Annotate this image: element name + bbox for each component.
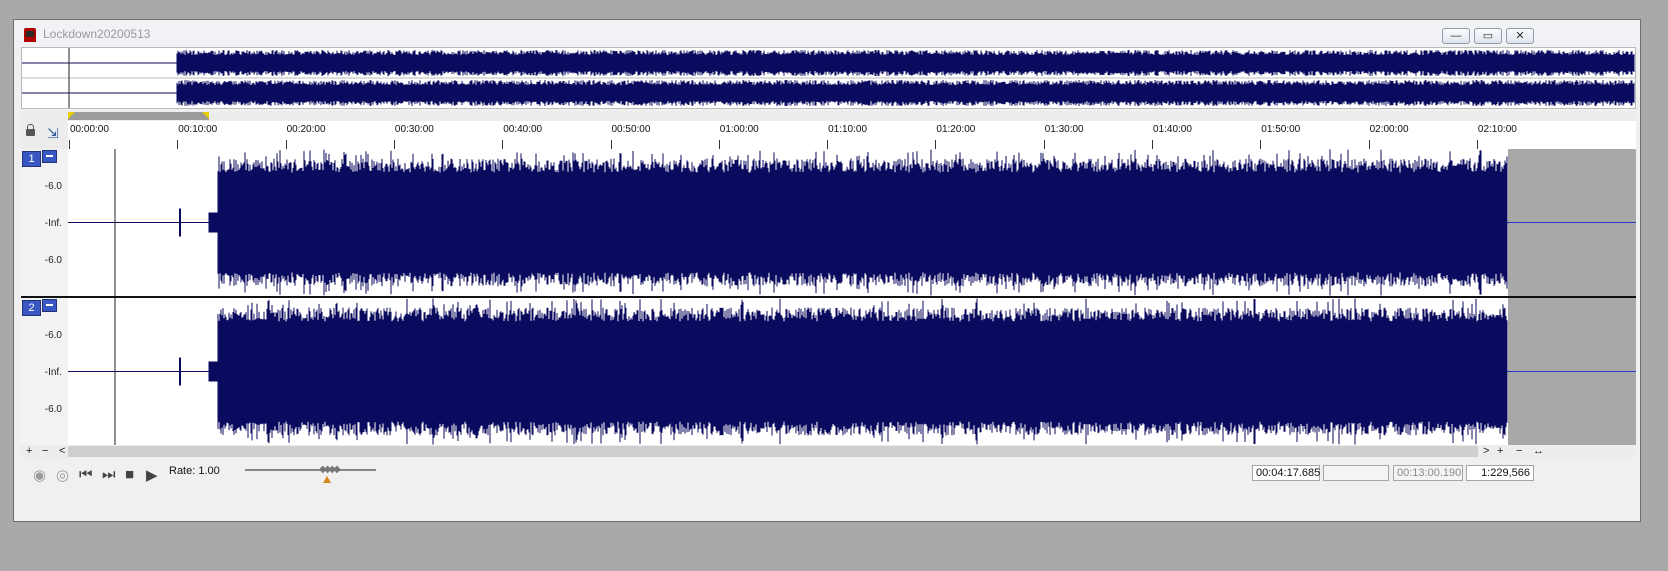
close-button[interactable]: ✕ — [1506, 28, 1534, 44]
track-header-2: 2 -6.0 -Inf. -6.0 — [21, 298, 68, 445]
total-length-field[interactable]: 00:13:00.190 — [1393, 465, 1463, 481]
ruler-tick — [69, 140, 70, 149]
ruler-tick — [1152, 140, 1153, 149]
window-title: Lockdown20200513 — [43, 27, 151, 41]
waveform-graphic-2 — [68, 298, 1636, 445]
lock-icon[interactable] — [26, 124, 35, 136]
play-icon[interactable]: ▶ — [146, 466, 158, 484]
track-waveform-2[interactable] — [68, 298, 1636, 445]
overview-waveform-graphic — [22, 48, 1635, 108]
rate-marker-icon — [323, 476, 331, 483]
ruler-tick-label: 01:30:00 — [1044, 124, 1084, 135]
selection-range-bar[interactable] — [68, 112, 209, 120]
ruler-tick — [1476, 140, 1478, 149]
db-label: -Inf. — [44, 367, 62, 378]
zoom-fit-button[interactable]: ↔ — [1533, 445, 1544, 458]
restore-button[interactable]: ▭ — [1474, 28, 1502, 44]
stop-icon[interactable]: ■ — [125, 466, 134, 483]
track-number-1[interactable]: 1 — [22, 151, 41, 167]
ruler-tick-label: 00:50:00 — [611, 124, 651, 135]
skip-end-icon[interactable]: ⏭ — [102, 466, 116, 483]
db-label: -6.0 — [44, 255, 62, 266]
track-waveform-1[interactable] — [68, 149, 1636, 296]
ruler-tick — [1368, 140, 1370, 149]
ruler-tick — [393, 140, 395, 149]
ruler-tick — [610, 140, 612, 149]
scroll-right-button[interactable]: > — [1483, 445, 1489, 458]
ruler-tick-label: 02:00:00 — [1369, 124, 1409, 135]
selection-start-marker[interactable] — [68, 112, 75, 119]
ruler-tick-label: 00:00:00 — [70, 124, 109, 135]
track-header-1: 1 -6.0 -Inf. -6.0 — [21, 149, 68, 297]
ruler-tick — [935, 140, 937, 149]
ruler-tick-label: 00:30:00 — [394, 124, 434, 135]
rate-slider[interactable] — [245, 469, 376, 471]
ruler-tick-label: 00:20:00 — [286, 124, 326, 135]
remove-track-button[interactable]: − — [42, 445, 48, 458]
snap-icon[interactable]: ⇲ — [47, 125, 59, 142]
ruler-tick-label: 01:10:00 — [828, 124, 868, 135]
rate-slider-knob[interactable]: ◆◆◆◆ — [319, 464, 341, 475]
db-label: -6.0 — [44, 330, 62, 341]
ruler-tick-label: 01:20:00 — [936, 124, 976, 135]
ruler-tick — [502, 140, 504, 149]
loop-icon[interactable]: ◎ — [56, 466, 69, 484]
selection-end-marker[interactable] — [202, 112, 209, 119]
ruler-tick — [285, 140, 287, 149]
record-icon[interactable]: ◉ — [33, 466, 46, 484]
time-ruler[interactable]: 00:00:00 00:10:00 00:20:00 00:30:00 00:40:00… — [68, 121, 1636, 150]
skip-start-icon[interactable]: ⏮ — [79, 466, 93, 483]
cursor-position-field[interactable]: 00:04:17.685 — [1252, 465, 1320, 481]
waveform-graphic-1 — [68, 149, 1636, 296]
editor-window: Lockdown20200513 — ▭ ✕ ⇲ 00:00:00 00:10:0… — [13, 19, 1641, 522]
track-collapse-button-1[interactable] — [42, 150, 57, 163]
horizontal-scrollbar[interactable] — [68, 446, 1478, 457]
app-icon — [24, 28, 36, 42]
tracks-area: 1 -6.0 -Inf. -6.0 2 -6.0 -Inf. -6.0 — [21, 149, 1636, 445]
ruler-tick — [827, 140, 829, 149]
transport-bar: ◉ ◎ ⏮ ⏭ ■ ▶ Rate: 1.00 ◆◆◆◆ 00:04:17.685… — [21, 460, 1636, 498]
ruler-tick — [718, 140, 720, 149]
bottom-scroll-bar: + − < > + − ↔ — [21, 445, 1636, 458]
title-bar[interactable]: Lockdown20200513 — ▭ ✕ — [14, 20, 1640, 48]
scroll-left-button[interactable]: < — [59, 445, 65, 458]
track-number-2[interactable]: 2 — [22, 300, 41, 316]
db-label: -6.0 — [44, 404, 62, 415]
ruler-tick-label: 01:40:00 — [1153, 124, 1192, 135]
minimize-button[interactable]: — — [1442, 28, 1470, 44]
add-track-button[interactable]: + — [26, 445, 32, 458]
timeline-toolstrip: ⇲ 00:00:00 00:10:00 00:20:00 00:30:00 00:40:… — [21, 111, 1636, 150]
db-label: -Inf. — [44, 218, 62, 229]
selection-length-field[interactable] — [1323, 465, 1389, 481]
ruler-tick-label: 01:00:00 — [719, 124, 759, 135]
ruler-tick-label: 02:10:00 — [1477, 124, 1517, 135]
ruler-tick — [1043, 140, 1045, 149]
track-collapse-button-2[interactable] — [42, 299, 57, 312]
ruler-tick — [177, 140, 179, 149]
overview-waveform[interactable] — [21, 47, 1636, 109]
zoom-in-button[interactable]: + — [1497, 445, 1503, 458]
ruler-tick — [1260, 140, 1262, 149]
ruler-tick-label: 01:50:00 — [1261, 124, 1301, 135]
ruler-tick-label: 00:40:00 — [503, 124, 543, 135]
db-label: -6.0 — [44, 181, 62, 192]
zoom-out-button[interactable]: − — [1516, 445, 1522, 458]
ruler-tick-label: 00:10:00 — [178, 124, 218, 135]
zoom-ratio-field[interactable]: 1:229,566 — [1466, 465, 1534, 481]
rate-label: Rate: 1.00 — [169, 465, 220, 477]
